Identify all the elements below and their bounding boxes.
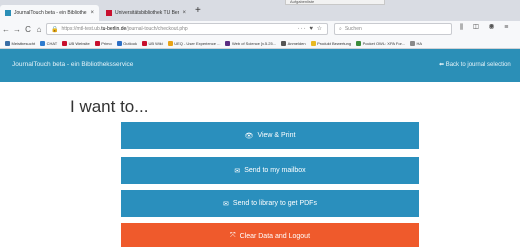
bookmark-label: Pocket OWL: XPA For... (362, 40, 405, 46)
send-to-mailbox-button[interactable]: ✉ Send to my mailbox (121, 157, 419, 184)
bookmarks-bar: Meistbesucht CHAT UB Website Primo Outlook UB… (0, 38, 520, 49)
tab-close-icon[interactable]: × (90, 10, 94, 16)
envelope-icon: ✉ (234, 167, 241, 175)
address-bar[interactable]: 🔒 https://mtl-test.ub. tu-berlin.de/journ… (46, 23, 328, 35)
search-input[interactable]: ⌕ Suchen (334, 23, 452, 35)
bookmark-label: UEQ - User Experience ... (174, 40, 221, 46)
new-tab-button[interactable]: + (195, 5, 201, 17)
bookmark-label: UB Wiki (148, 40, 163, 46)
tab-title: Universitätsbibliothek TU Berli... (115, 10, 180, 16)
bookmark-favicon-icon (410, 40, 415, 46)
lock-icon: 🔒 (51, 26, 59, 33)
bookmark-favicon-icon (5, 40, 10, 46)
back-link-label: Back to journal selection (445, 62, 511, 68)
bookmark-favicon-icon (356, 40, 362, 46)
tab-title: JournalTouch beta - ein Bibliothe... (14, 10, 88, 16)
url-prefix: https://mtl-test.ub. (61, 26, 102, 32)
send-to-library-button[interactable]: ✉ Send to library to get PDFs (121, 190, 419, 217)
browser-tab-strip: JournalTouch beta - ein Bibliothe... × U… (0, 0, 520, 21)
browser-tab-tu-library[interactable]: Universitätsbibliothek TU Berli... × (101, 5, 191, 21)
bookmark-item[interactable]: Outlook (116, 40, 137, 46)
bookmark-item[interactable]: Pocket OWL: XPA For... (356, 40, 405, 46)
bookmark-favicon-icon (116, 40, 122, 46)
eye-icon: 👁 (244, 132, 254, 140)
bookmark-label: HA (416, 40, 423, 46)
button-label: Send to my mailbox (244, 167, 306, 174)
bookmark-favicon-icon (225, 40, 231, 46)
bookmark-label: Web of Science [v.5.25... (231, 40, 277, 46)
tab-close-icon[interactable]: × (182, 10, 186, 16)
search-icon: ⌕ (339, 26, 342, 32)
forward-arrow-icon[interactable]: → (12, 25, 22, 34)
back-to-journal-selection-link[interactable]: ⬅ Back to journal selection (439, 61, 511, 68)
view-print-button[interactable]: 👁 View & Print (121, 122, 419, 149)
search-placeholder: Suchen (344, 26, 362, 32)
tu-berlin-favicon-icon (106, 10, 112, 16)
bookmark-item[interactable]: Meistbesucht (5, 40, 36, 46)
bookmark-item[interactable]: CHAT (40, 40, 58, 46)
bookmark-favicon-icon (310, 40, 316, 46)
bookmark-item[interactable]: Produkt Bewertung (310, 40, 352, 46)
bookmark-label: Primo (101, 40, 112, 46)
browser-tab-journaltouch[interactable]: JournalTouch beta - ein Bibliothe... × (0, 5, 99, 21)
app-header: JournalTouch beta - ein Bibliotheksservi… (0, 49, 520, 82)
envelope-icon: ✉ (223, 200, 229, 208)
bookmark-label: Produkt Bewertung (317, 40, 352, 46)
bookmark-label: Outlook (123, 40, 137, 46)
bookmark-favicon-icon (62, 40, 68, 46)
bookmark-favicon-icon (281, 40, 287, 46)
home-icon[interactable]: ⌂ (34, 25, 44, 34)
url-domain: tu-berlin.de (101, 26, 127, 32)
clear-data-logout-button[interactable]: ⤧ Clear Data and Logout (121, 223, 419, 247)
bookmark-item[interactable]: UB Website (62, 40, 90, 46)
task-list-popup[interactable]: Aufgabenliste (285, 0, 385, 5)
bookmark-favicon-icon (167, 40, 173, 46)
bookmark-item[interactable]: Anmelden (281, 40, 306, 46)
bookmark-favicon-icon (40, 40, 46, 46)
button-label: Clear Data and Logout (239, 232, 311, 240)
toolbar-icons[interactable]: ⫼ ◫ ◉ ≡ (460, 24, 512, 32)
page-actions-icon[interactable]: ··· ♥ ☆ (298, 24, 323, 35)
journaltouch-favicon-icon (5, 10, 11, 16)
bookmark-label: Anmelden (287, 40, 306, 46)
back-arrow-icon[interactable]: ← (1, 25, 11, 34)
bookmark-label: UB Website (68, 40, 90, 46)
bookmark-favicon-icon (94, 40, 100, 46)
app-brand-title[interactable]: JournalTouch beta - ein Bibliotheksservi… (12, 61, 133, 68)
button-label: View & Print (257, 132, 296, 139)
expand-arrows-icon: ⤧ (229, 232, 236, 239)
browser-navigation-bar: ← → C ⌂ 🔒 https://mtl-test.ub. tu-berlin.… (0, 21, 520, 38)
reload-icon[interactable]: C (23, 25, 33, 34)
button-label: Send to library to get PDFs (232, 200, 317, 207)
bookmark-item[interactable]: UEQ - User Experience ... (167, 40, 221, 46)
bookmark-item[interactable]: Primo (94, 40, 112, 46)
bookmark-item[interactable]: HA (410, 40, 423, 46)
url-path: /journal-touch/checkout.php (126, 26, 188, 32)
bookmark-favicon-icon (141, 40, 147, 46)
bookmark-label: CHAT (46, 40, 58, 46)
bookmark-item[interactable]: UB Wiki (141, 40, 163, 46)
back-icon: ⬅ (439, 62, 445, 68)
bookmark-label: Meistbesucht (11, 40, 36, 46)
bookmark-item[interactable]: Web of Science [v.5.25... (225, 40, 277, 46)
page-title: I want to... (70, 97, 149, 116)
